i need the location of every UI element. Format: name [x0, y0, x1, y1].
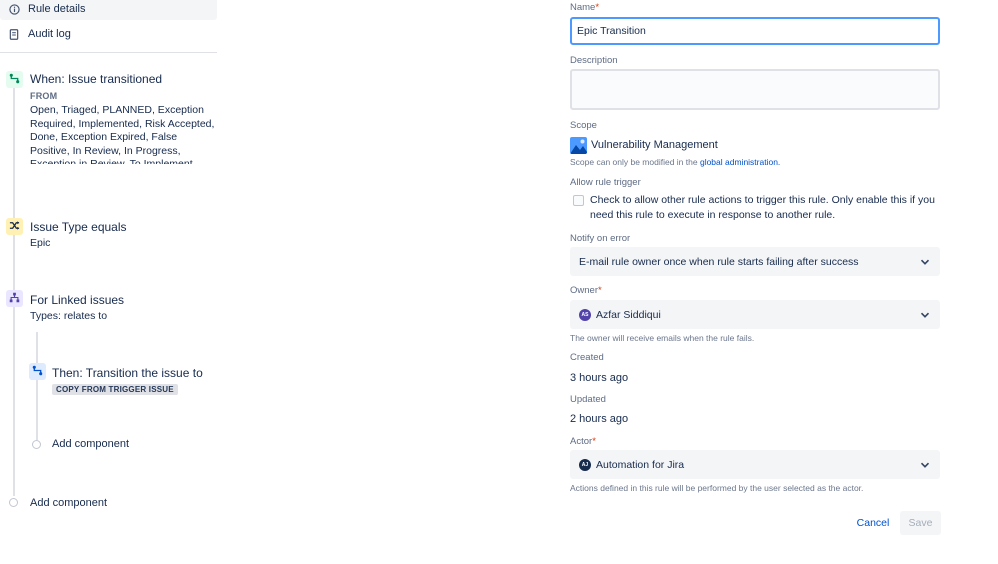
owner-label: Owner*: [570, 285, 602, 296]
notify-select[interactable]: E-mail rule owner once when rule starts …: [570, 247, 940, 276]
trigger-from-label: FROM: [30, 91, 58, 101]
info-icon: [0, 3, 28, 15]
owner-name: Azfar Siddiqui: [596, 308, 661, 321]
trigger-tile: [6, 71, 23, 88]
updated-value: 2 hours ago: [570, 413, 629, 425]
owner-avatar: AS: [579, 308, 591, 321]
allow-trigger-text: Check to allow other rule actions to tri…: [590, 194, 935, 221]
owner-select[interactable]: AS Azfar Siddiqui: [570, 300, 940, 329]
transition-icon: [9, 73, 20, 87]
scope-help-text: Scope can only be modified in the: [570, 157, 698, 167]
nav-rule-details-label: Rule details: [28, 3, 86, 15]
action-badge: COPY FROM TRIGGER ISSUE: [52, 384, 178, 395]
actor-label-text: Actor: [570, 436, 593, 447]
scope-label: Scope: [570, 120, 597, 131]
add-component-outer-dot: [9, 498, 18, 507]
condition-value: Epic: [30, 237, 51, 249]
actor-select[interactable]: AJ Automation for Jira: [570, 450, 940, 479]
owner-help: The owner will receive emails when the r…: [570, 333, 755, 343]
cancel-button[interactable]: Cancel: [850, 511, 896, 535]
description-label: Description: [570, 55, 618, 66]
actor-value: AJ Automation for Jira: [579, 458, 919, 471]
owner-value: AS Azfar Siddiqui: [579, 308, 919, 321]
owner-label-text: Owner: [570, 285, 598, 296]
transition-icon: [32, 365, 43, 379]
nav-divider: [0, 52, 217, 53]
save-button[interactable]: Save: [900, 511, 941, 535]
actor-help: Actions defined in this rule will be per…: [570, 483, 864, 493]
chevron-down-icon: [919, 256, 931, 268]
nav-audit-log-label: Audit log: [28, 28, 71, 40]
name-label: Name*: [570, 2, 599, 13]
notify-value: E-mail rule owner once when rule starts …: [579, 255, 859, 268]
created-value: 3 hours ago: [570, 372, 629, 384]
trigger-title[interactable]: When: Issue transitioned: [30, 72, 162, 86]
notify-label: Notify on error: [570, 233, 631, 244]
actor-avatar: AJ: [579, 458, 591, 471]
actor-label: Actor*: [570, 436, 596, 447]
allow-trigger-checkbox[interactable]: [573, 195, 584, 206]
audit-log-icon: [0, 28, 28, 40]
nav-audit-log[interactable]: Audit log: [0, 23, 217, 45]
required-mark: *: [597, 285, 602, 296]
scope-value: Vulnerability Management: [591, 139, 718, 151]
allow-trigger-label: Allow rule trigger: [570, 177, 641, 188]
required-mark: *: [595, 2, 600, 13]
trigger-from-statuses: Open, Triaged, PLANNED, Exception Requir…: [30, 104, 215, 164]
chevron-down-icon: [919, 459, 931, 471]
global-administration-link[interactable]: global administration.: [700, 157, 780, 167]
required-mark: *: [592, 436, 596, 447]
actor-name: Automation for Jira: [596, 458, 685, 471]
name-input[interactable]: [570, 17, 940, 45]
branch-icon: [9, 292, 20, 306]
description-input[interactable]: [570, 69, 940, 110]
updated-label: Updated: [570, 394, 606, 405]
action-tile: [29, 363, 46, 380]
nav-rule-details[interactable]: Rule details: [0, 0, 217, 20]
project-avatar-icon: [570, 137, 587, 154]
branch-title[interactable]: For Linked issues: [30, 293, 124, 307]
condition-tile: [6, 218, 23, 235]
shuffle-icon: [9, 220, 20, 234]
add-component-inner[interactable]: Add component: [52, 438, 129, 450]
condition-title[interactable]: Issue Type equals: [30, 220, 127, 234]
scope-help: Scope can only be modified in the global…: [570, 157, 780, 167]
add-component-inner-dot: [32, 440, 41, 449]
name-label-text: Name: [570, 2, 596, 13]
created-label: Created: [570, 352, 604, 363]
branch-line: [36, 332, 38, 440]
add-component-outer[interactable]: Add component: [30, 497, 107, 509]
branch-tile: [6, 290, 23, 307]
branch-types: Types: relates to: [30, 310, 108, 322]
chevron-down-icon: [919, 309, 931, 321]
action-title[interactable]: Then: Transition the issue to: [52, 366, 203, 380]
